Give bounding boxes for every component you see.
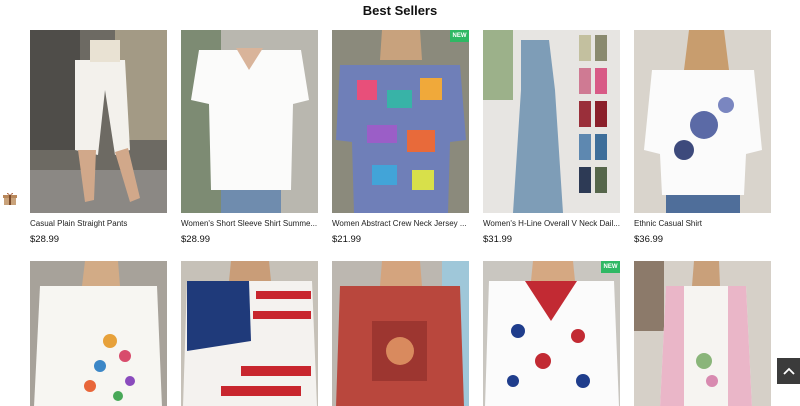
product-card[interactable]: Ethnic Casual Shirt $36.99 xyxy=(634,30,771,246)
product-price: $21.99 xyxy=(332,234,362,245)
product-price: $36.99 xyxy=(634,234,664,245)
product-card[interactable]: NEW Women Abstract Crew Neck Jersey ... … xyxy=(332,30,469,246)
product-card[interactable]: NEW xyxy=(483,261,620,406)
product-image[interactable] xyxy=(30,261,167,406)
product-card[interactable]: Women's H-Line Overall V Neck Dail... $3… xyxy=(483,30,620,246)
product-card[interactable] xyxy=(634,261,771,406)
product-image[interactable]: NEW xyxy=(332,30,469,213)
product-name[interactable]: Women Abstract Crew Neck Jersey ... xyxy=(332,218,469,229)
product-image[interactable] xyxy=(181,30,318,213)
chevron-up-icon xyxy=(782,362,795,380)
product-price: $31.99 xyxy=(483,234,513,245)
product-image[interactable] xyxy=(30,30,167,213)
new-badge: NEW xyxy=(601,261,620,273)
product-image[interactable] xyxy=(483,30,620,213)
product-card[interactable] xyxy=(332,261,469,406)
product-name[interactable]: Casual Plain Straight Pants xyxy=(30,218,167,229)
new-badge: NEW xyxy=(450,30,469,42)
product-name[interactable]: Women's Short Sleeve Shirt Summe... xyxy=(181,218,318,229)
product-image[interactable] xyxy=(181,261,318,406)
product-card[interactable]: Women's Short Sleeve Shirt Summe... $28.… xyxy=(181,30,318,246)
back-to-top-button[interactable] xyxy=(777,358,800,384)
product-card[interactable] xyxy=(181,261,318,406)
product-image[interactable] xyxy=(634,30,771,213)
product-image[interactable]: NEW xyxy=(483,261,620,406)
gift-icon[interactable] xyxy=(2,190,18,206)
product-image[interactable] xyxy=(332,261,469,406)
section-title: Best Sellers xyxy=(362,3,438,18)
product-card[interactable]: Casual Plain Straight Pants $28.99 xyxy=(30,30,167,246)
product-price: $28.99 xyxy=(30,234,60,245)
product-price: $28.99 xyxy=(181,234,211,245)
product-image[interactable] xyxy=(634,261,771,406)
product-name[interactable]: Ethnic Casual Shirt xyxy=(634,218,771,229)
product-card[interactable] xyxy=(30,261,167,406)
product-name[interactable]: Women's H-Line Overall V Neck Dail... xyxy=(483,218,620,229)
